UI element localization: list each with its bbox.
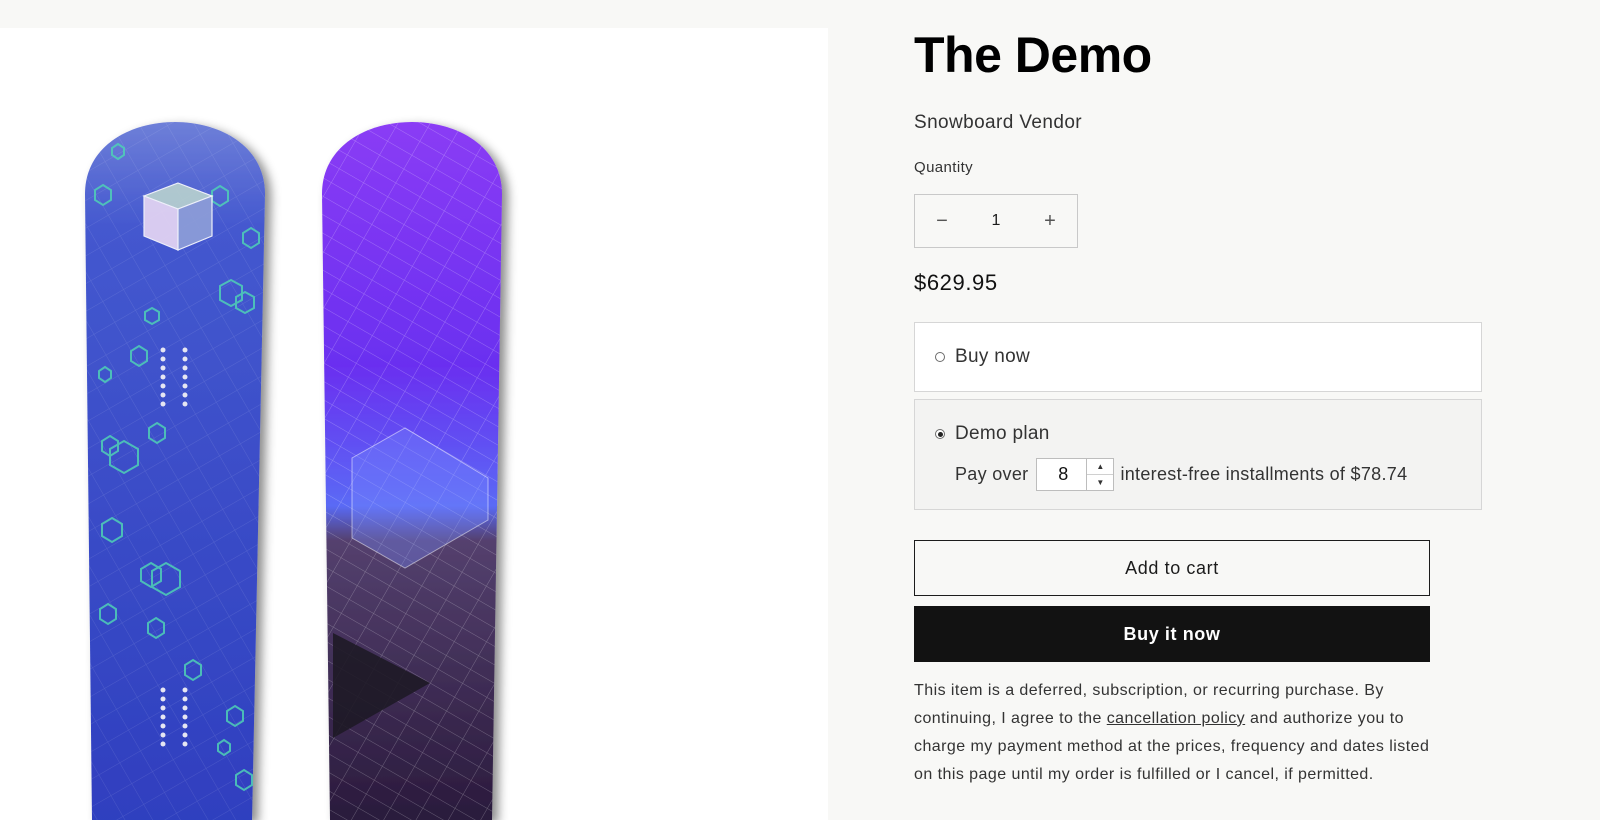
plus-icon: +	[1044, 209, 1056, 232]
minus-icon: −	[936, 209, 948, 232]
product-vendor: Snowboard Vendor	[914, 112, 1083, 133]
quantity-increase-button[interactable]: +	[1023, 195, 1077, 247]
quantity-label: Quantity	[914, 159, 974, 176]
installments-row: Pay over 8 ▲ ▼ interest-free installment…	[955, 458, 1407, 491]
spin-up-icon[interactable]: ▲	[1087, 459, 1114, 475]
quantity-input[interactable]: 1	[971, 212, 1021, 230]
product-title: The Demo	[914, 27, 1152, 83]
pay-over-label: Pay over	[955, 464, 1029, 484]
add-to-cart-button[interactable]: Add to cart	[914, 540, 1430, 596]
buy-now-label: Buy now	[955, 346, 1030, 367]
cancellation-policy-link[interactable]: cancellation policy	[1107, 710, 1245, 727]
buy-it-now-button[interactable]: Buy it now	[914, 606, 1430, 662]
installments-value: 8	[1058, 464, 1069, 484]
spin-down-icon[interactable]: ▼	[1087, 475, 1113, 490]
product-media	[0, 28, 828, 820]
installments-input[interactable]: 8 ▲ ▼	[1036, 458, 1115, 491]
quantity-decrease-button[interactable]: −	[915, 195, 969, 247]
quantity-stepper: − 1 +	[914, 194, 1078, 248]
purchase-option-buy-now[interactable]: Buy now	[914, 322, 1482, 392]
product-image[interactable]	[0, 28, 828, 820]
product-price: $629.95	[914, 270, 998, 295]
subscription-disclaimer: This item is a deferred, subscription, o…	[914, 677, 1434, 789]
demo-plan-label: Demo plan	[955, 423, 1050, 444]
installments-description: interest-free installments of $78.74	[1120, 464, 1408, 484]
buy-now-radio[interactable]	[935, 352, 945, 362]
installments-spinner: ▲ ▼	[1086, 459, 1114, 490]
purchase-option-demo-plan[interactable]: Demo plan Pay over 8 ▲ ▼ interest-free i…	[914, 399, 1482, 510]
demo-plan-radio[interactable]	[935, 429, 945, 439]
